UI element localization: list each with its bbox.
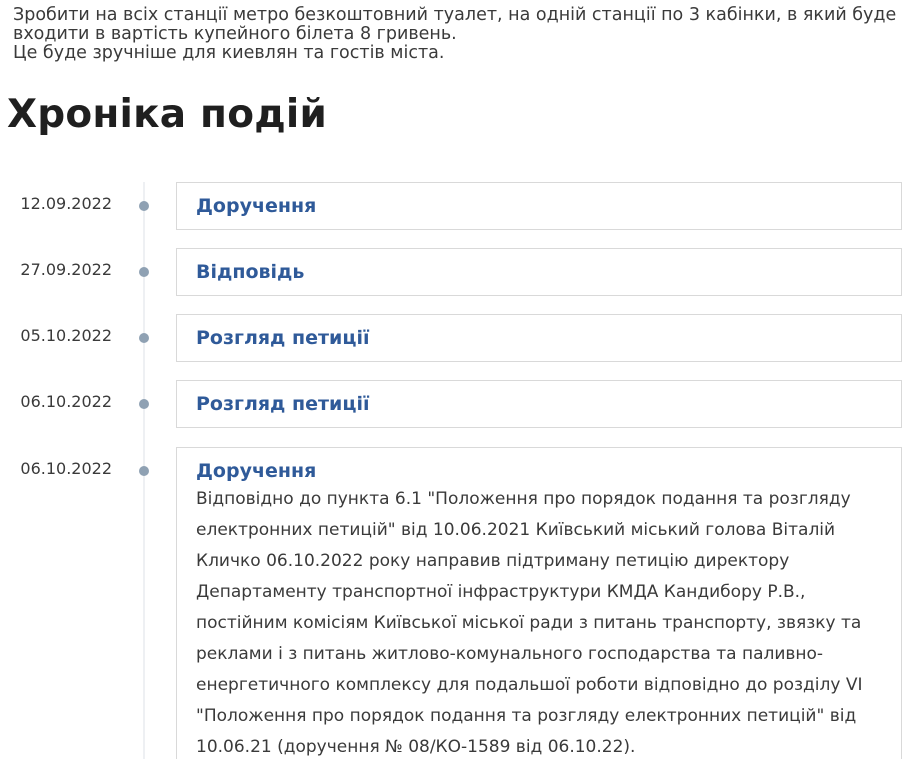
event-title-link[interactable]: Розгляд петиції: [196, 327, 883, 349]
section-title: Хроніка подій: [7, 92, 327, 137]
timeline-dot-icon: [139, 466, 149, 476]
event-date: 12.09.2022: [20, 194, 112, 213]
timeline-dot-icon: [139, 201, 149, 211]
timeline-dot-icon: [139, 399, 149, 409]
event-card[interactable]: Розгляд петиції: [176, 314, 902, 362]
event-title-link[interactable]: Розгляд петиції: [196, 393, 883, 415]
event-description: Відповідно до пункта 6.1 "Положення про …: [196, 489, 863, 757]
petition-text: Зробити на всіх станції метро безкоштовн…: [13, 5, 897, 63]
event-card[interactable]: Відповідь: [176, 248, 902, 296]
event-date: 06.10.2022: [20, 392, 112, 411]
event-title-link[interactable]: Доручення: [196, 195, 883, 217]
event-date: 06.10.2022: [20, 459, 112, 478]
event-date: 27.09.2022: [20, 260, 112, 279]
event-card[interactable]: Доручення: [176, 182, 902, 230]
event-title-link[interactable]: Відповідь: [196, 261, 883, 283]
petition-description: Зробити на всіх станції метро безкоштовн…: [13, 6, 898, 63]
event-card[interactable]: Доручення Відповідно до пункта 6.1 "Поло…: [176, 447, 902, 759]
event-card[interactable]: Розгляд петиції: [176, 380, 902, 428]
timeline-dot-icon: [139, 333, 149, 343]
event-title-link[interactable]: Доручення: [196, 460, 883, 482]
timeline-dot-icon: [139, 267, 149, 277]
event-date: 05.10.2022: [20, 326, 112, 345]
